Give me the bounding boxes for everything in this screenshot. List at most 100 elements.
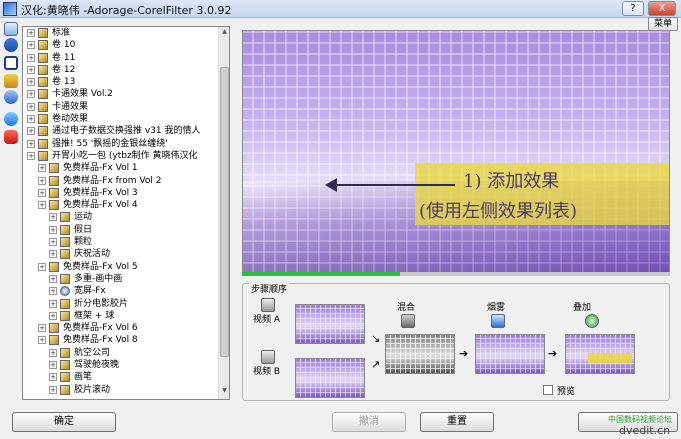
tree-item[interactable]: + 免费样品-Fx Vol 1 [23, 162, 219, 174]
expand-icon[interactable]: + [38, 324, 46, 333]
tree-item[interactable]: + 卷动效果 [23, 113, 219, 125]
folder-icon [49, 187, 59, 198]
tree-item[interactable]: + 卷 13 [23, 76, 219, 88]
expand-icon[interactable]: + [38, 336, 46, 345]
tree-item[interactable]: + 免费样品-Fx from Vol 2 [23, 175, 219, 187]
mix-thumbnail[interactable] [385, 334, 455, 374]
expand-icon[interactable]: + [49, 348, 57, 357]
tree-item[interactable]: + 卡通效果 [23, 101, 219, 113]
tree-item[interactable]: + 卷 11 [23, 52, 219, 64]
reset-button[interactable]: 重置 [420, 412, 494, 432]
help-circle-icon[interactable] [4, 38, 18, 52]
expand-icon[interactable]: + [27, 78, 35, 87]
folder-icon [60, 360, 70, 371]
tree-item[interactable]: + 折分电影胶片 [23, 298, 219, 310]
overlay-thumbnail[interactable] [565, 334, 635, 374]
tree-item[interactable]: + 框架 + 球 [23, 310, 219, 322]
steps-title: 步骤顺序 [249, 282, 290, 295]
scroll-thumb[interactable] [220, 67, 229, 357]
expand-icon[interactable]: + [49, 385, 57, 394]
disc-icon[interactable] [4, 112, 18, 126]
tree-item[interactable]: + 假日 [23, 224, 219, 236]
expand-icon[interactable]: + [49, 213, 57, 222]
tree-item[interactable]: + 免费样品-Fx Vol 3 [23, 187, 219, 199]
video-a-thumbnail[interactable] [295, 304, 365, 344]
expand-icon[interactable]: + [38, 176, 46, 185]
expand-icon[interactable]: + [49, 373, 57, 382]
expand-icon[interactable]: + [27, 41, 35, 50]
tree-item-label: 强推! 55 '飘摇的金银丝缠绕' [52, 138, 168, 149]
expand-icon[interactable]: + [38, 262, 46, 271]
ok-button[interactable]: 确定 [12, 412, 116, 432]
tree-item[interactable]: + 胶片滚动 [23, 384, 219, 396]
overlay-label: 叠加 [573, 303, 592, 313]
scroll-down-icon[interactable]: ▼ [220, 387, 229, 397]
video-b-thumbnail[interactable] [295, 358, 365, 398]
tree-item[interactable]: + 免费样品-Fx Vol 8 [23, 334, 219, 346]
effect-tree[interactable]: + 标准 + 卷 10 + 卷 11 + 卷 12 + 卷 13 + 卡通效果 Vol.2 + 卡通效果 +… [22, 26, 230, 400]
tree-scrollbar[interactable]: ▲ ▼ [218, 27, 229, 399]
menu-button[interactable]: 菜单 [648, 17, 678, 31]
expand-icon[interactable]: + [27, 90, 35, 99]
tree-item[interactable]: + 开胃小吃一包 (ytbz制作 黄晓伟汉化 [23, 150, 219, 162]
tree-item-label: 免费样品-Fx Vol 5 [63, 261, 138, 272]
expand-icon[interactable]: + [38, 201, 46, 210]
tree-item[interactable]: + 强推! 55 '飘摇的金银丝缠绕' [23, 138, 219, 150]
expand-icon[interactable]: + [49, 311, 57, 320]
folder-icon [60, 212, 70, 223]
tree-item[interactable]: + 卷 12 [23, 64, 219, 76]
tree-item[interactable]: + 通过电子数据交换强推 v31 我的情人 [23, 125, 219, 137]
tree-list: + 标准 + 卷 10 + 卷 11 + 卷 12 + 卷 13 + 卡通效果 Vol.2 + 卡通效果 +… [23, 27, 219, 399]
tree-item-label: 画笔 [74, 372, 93, 383]
scroll-up-icon[interactable]: ▲ [220, 28, 229, 38]
undo-button[interactable]: 撤消 [332, 412, 406, 432]
info-icon[interactable] [4, 22, 18, 36]
close-button[interactable]: X [648, 1, 676, 16]
expand-icon[interactable]: + [38, 164, 46, 173]
expand-icon[interactable]: + [49, 238, 57, 247]
expand-icon[interactable]: + [49, 274, 57, 283]
expand-icon[interactable]: + [49, 361, 57, 370]
record-icon[interactable] [4, 130, 18, 144]
expand-icon[interactable]: + [49, 287, 57, 296]
tree-item[interactable]: + 卷 10 [23, 39, 219, 51]
tree-item[interactable]: + 免费样品-Fx Vol 6 [23, 322, 219, 334]
expand-icon[interactable]: + [27, 102, 35, 111]
tree-item-label: 卷动效果 [52, 114, 89, 125]
tree-item[interactable]: + 运动 [23, 211, 219, 223]
expand-icon[interactable]: + [49, 299, 57, 308]
expand-icon[interactable]: + [27, 127, 35, 136]
folder-icon [38, 64, 48, 75]
tree-item-label: 免费样品-Fx Vol 3 [63, 187, 138, 198]
tree-item[interactable]: + 驾驶舱夜晚 [23, 359, 219, 371]
folder-icon [38, 28, 48, 38]
wizard-icon[interactable] [4, 74, 18, 88]
expand-icon[interactable]: + [27, 29, 35, 37]
tree-item[interactable]: + 画笔 [23, 371, 219, 383]
expand-icon[interactable]: + [27, 53, 35, 62]
expand-icon[interactable]: + [27, 139, 35, 148]
tree-item[interactable]: + 庆祝活动 [23, 248, 219, 260]
video-b-icon [261, 350, 275, 364]
tree-item[interactable]: + 标准 [23, 27, 219, 39]
fog-thumbnail[interactable] [475, 334, 545, 374]
tree-item[interactable]: + 颗粒 [23, 236, 219, 248]
tree-item[interactable]: + 免费样品-Fx Vol 5 [23, 261, 219, 273]
expand-icon[interactable]: + [27, 65, 35, 74]
fog-label: 烟雾 [487, 303, 506, 313]
expand-icon[interactable]: + [49, 225, 57, 234]
video-a-icon [261, 298, 275, 312]
globe-icon[interactable] [4, 90, 18, 104]
tree-item[interactable]: + 卡通效果 Vol.2 [23, 88, 219, 100]
expand-icon[interactable]: + [27, 115, 35, 124]
tree-item[interactable]: + 免费样品-Fx Vol 4 [23, 199, 219, 211]
expand-icon[interactable]: + [27, 151, 35, 160]
expand-icon[interactable]: + [38, 188, 46, 197]
tree-item[interactable]: + 多重-画中画 [23, 273, 219, 285]
help-button[interactable]: ? [622, 1, 644, 16]
tree-item[interactable]: + 宽屏-Fx [23, 285, 219, 297]
expand-icon[interactable]: + [49, 250, 57, 259]
tree-item[interactable]: + 航空公司 [23, 347, 219, 359]
preview-checkbox[interactable] [543, 385, 553, 395]
monitor-icon[interactable] [4, 56, 18, 70]
